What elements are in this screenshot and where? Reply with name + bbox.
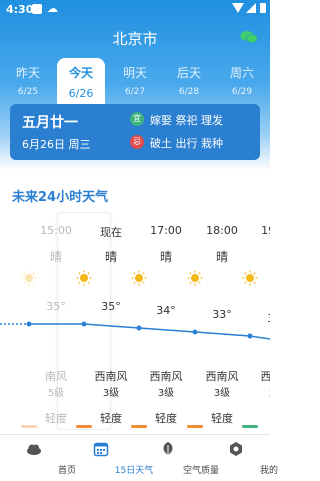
city-title[interactable]: 北京市 — [0, 28, 270, 49]
tab-home[interactable]: 首页 — [0, 435, 76, 481]
ji-activities: 破土 出行 栽种 — [150, 137, 223, 150]
bottom-tab-bar: 首页 15日天气 空气质量 我的 — [0, 434, 278, 481]
aqi-color-bar — [131, 425, 147, 428]
day-tab-tomorrow[interactable]: 明天 6/27 — [111, 58, 159, 102]
tab-15day[interactable]: 15日天气 — [67, 435, 153, 481]
hour-column: 17:00 晴 34° 西南风 3级 轻度 — [112, 212, 183, 430]
yi-badge: 宜 — [130, 112, 144, 126]
calendar-icon — [93, 442, 109, 457]
hour-air-quality: 良 — [250, 410, 270, 426]
status-time: 4:30 — [6, 3, 34, 16]
hour-time: 19:00 — [261, 224, 270, 237]
gregorian-date: 6月26日 周三 — [22, 138, 91, 151]
aqi-color-bar — [242, 425, 258, 428]
notification-icon — [32, 4, 42, 14]
tab-air-quality[interactable]: 空气质量 — [134, 435, 219, 481]
hourly-forecast-title: 未来24小时天气 — [12, 190, 109, 205]
sun-icon — [131, 270, 147, 286]
wifi-icon — [232, 3, 244, 13]
cloud-status-icon: ☁ — [47, 2, 58, 15]
hour-column: 18:00 晴 33° 西南风 3级 轻度 — [168, 212, 239, 430]
hour-wind-direction: 西南风 — [260, 370, 271, 383]
hour-column: 现在晴 35° 西南风 3级 轻度 — [57, 212, 128, 430]
day-tab-saturday[interactable]: 周六 6/29 — [218, 58, 266, 102]
sun-icon — [242, 270, 258, 286]
sun-icon — [76, 270, 92, 286]
gear-icon — [230, 442, 242, 456]
almanac-card[interactable]: 五月廿一 6月26日 周三 宜 嫁娶 祭祀 理发 忌 破土 出行 栽种 — [10, 104, 260, 160]
day-tab-day-after[interactable]: 后天 6/28 — [165, 58, 213, 102]
cloud-icon — [27, 444, 41, 455]
sun-icon — [187, 270, 203, 286]
wechat-share-icon[interactable] — [240, 30, 258, 44]
hour-column: 15:00 晴 35° 南风 5级 轻度 — [2, 212, 72, 430]
lunar-date: 五月廿一 — [22, 115, 78, 131]
battery-icon — [260, 3, 266, 13]
aqi-color-bar — [76, 425, 92, 428]
yi-activities: 嫁娶 祭祀 理发 — [150, 114, 223, 127]
leaf-icon — [163, 442, 173, 455]
status-bar: 4:30 ☁ — [0, 0, 270, 20]
ji-badge: 忌 — [130, 135, 144, 149]
day-tab-today[interactable]: 今天 6/26 — [57, 58, 105, 104]
aqi-color-bar — [21, 425, 37, 428]
signal-icon — [246, 3, 256, 13]
hour-condition: 晴 — [250, 248, 270, 265]
day-tab-yesterday[interactable]: 昨天 6/25 — [4, 58, 52, 102]
day-selector: 昨天 6/25 今天 6/26 明天 6/27 后天 6/28 周六 6/29 — [0, 58, 270, 104]
hour-wind-level: 2级 — [250, 384, 270, 399]
aqi-color-bar — [187, 425, 203, 428]
hour-temperature: 32° — [250, 312, 270, 325]
sun-icon — [21, 270, 37, 286]
hourly-forecast-list[interactable]: 15:00 晴 35° 南风 5级 轻度 现在晴 35° 西南风 3级 轻度 17:00 晴 34° 西南风… — [0, 212, 270, 430]
hour-column: 19:00 晴 32° 西南风2级良 — [223, 212, 270, 430]
tab-profile[interactable]: 我的 — [202, 435, 278, 481]
